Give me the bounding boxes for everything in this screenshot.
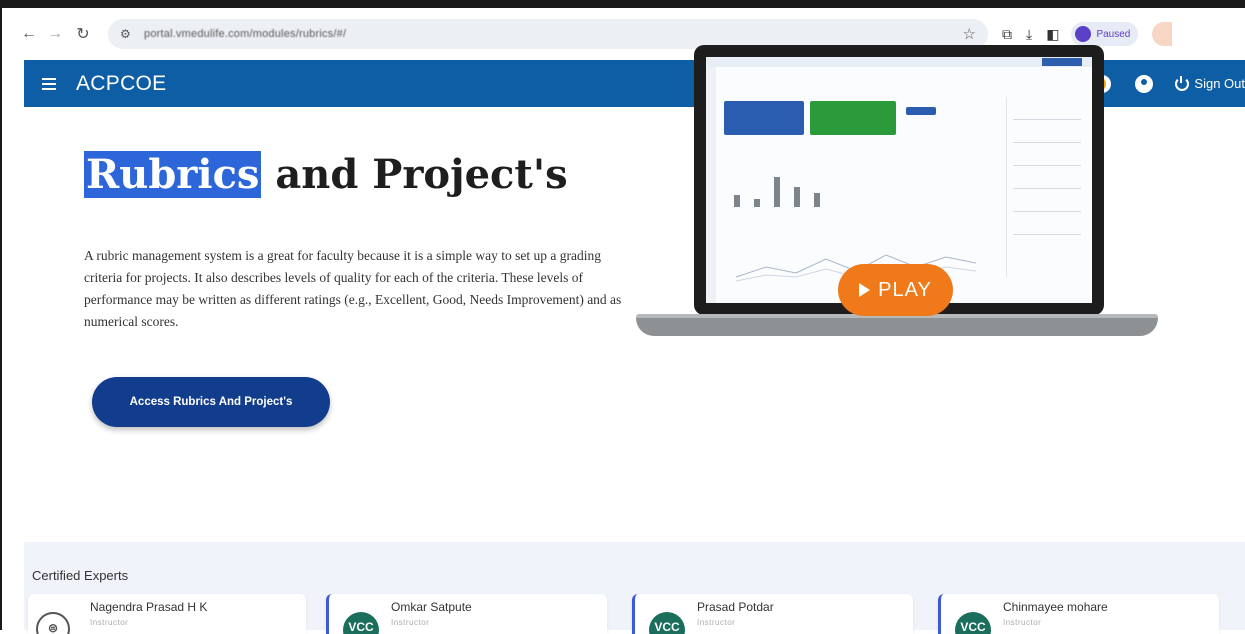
extensions-icon[interactable]: ⧉ <box>1002 26 1012 43</box>
profile-label: Paused <box>1096 28 1131 40</box>
play-icon <box>859 283 871 297</box>
expert-avatar: VCC <box>343 612 379 634</box>
forward-icon[interactable]: → <box>44 23 66 45</box>
hero-description: A rubric management system is a great fo… <box>84 248 622 329</box>
hamburger-menu-icon[interactable] <box>42 77 56 90</box>
reload-icon[interactable]: ↻ <box>72 23 94 45</box>
profile-avatar <box>1075 26 1092 42</box>
account-icon[interactable] <box>1135 74 1154 93</box>
expert-name: Omkar Satpute <box>391 600 472 614</box>
signout-label: Sign Out <box>1194 76 1245 91</box>
expert-role: Instructor <box>90 618 129 627</box>
power-icon <box>1175 75 1190 91</box>
page-title: Rubrics and Project's <box>84 151 568 198</box>
laptop-base <box>636 318 1158 336</box>
expert-name: Chinmayee mohare <box>1003 600 1108 614</box>
play-label: PLAY <box>878 278 932 301</box>
bookmark-star-icon[interactable]: ☆ <box>963 25 976 43</box>
expert-card[interactable]: ⊜ Nagendra Prasad H K Instructor <box>28 594 306 634</box>
title-rest: and Project's <box>261 151 568 198</box>
side-panel-icon[interactable]: ◧ <box>1046 26 1059 43</box>
expert-name: Prasad Potdar <box>697 600 774 614</box>
brand-title[interactable]: ACPCOE <box>76 72 167 96</box>
play-button[interactable]: PLAY <box>838 264 953 316</box>
access-rubrics-button[interactable]: Access Rubrics And Project's <box>92 377 330 427</box>
expert-card[interactable]: VCC Omkar Satpute Instructor <box>326 594 607 634</box>
expert-avatar: VCC <box>955 612 991 634</box>
url-text: portal.vmedulife.com/modules/rubrics/#/ <box>144 28 347 40</box>
expert-card[interactable]: VCC Prasad Potdar Instructor <box>632 594 913 634</box>
expert-avatar: ⊜ <box>36 612 70 634</box>
expert-avatar: VCC <box>649 612 685 634</box>
expert-role: Instructor <box>697 618 736 627</box>
expert-card[interactable]: VCC Chinmayee mohare Instructor <box>938 594 1219 634</box>
site-info-icon[interactable]: ⚙ <box>120 28 134 40</box>
expert-role: Instructor <box>391 618 430 627</box>
profile-chip[interactable]: Paused <box>1071 22 1139 46</box>
download-icon[interactable]: ⤓ <box>1026 26 1032 43</box>
experts-title: Certified Experts <box>32 568 129 583</box>
title-highlight: Rubrics <box>84 151 262 198</box>
back-icon[interactable]: ← <box>18 23 40 45</box>
signout-button[interactable]: Sign Out <box>1175 75 1245 91</box>
expert-role: Instructor <box>1003 618 1042 627</box>
expert-name: Nagendra Prasad H K <box>90 600 208 614</box>
update-chip[interactable] <box>1152 22 1173 46</box>
certified-experts-section: Certified Experts ⊜ Nagendra Prasad H K … <box>24 542 1245 634</box>
